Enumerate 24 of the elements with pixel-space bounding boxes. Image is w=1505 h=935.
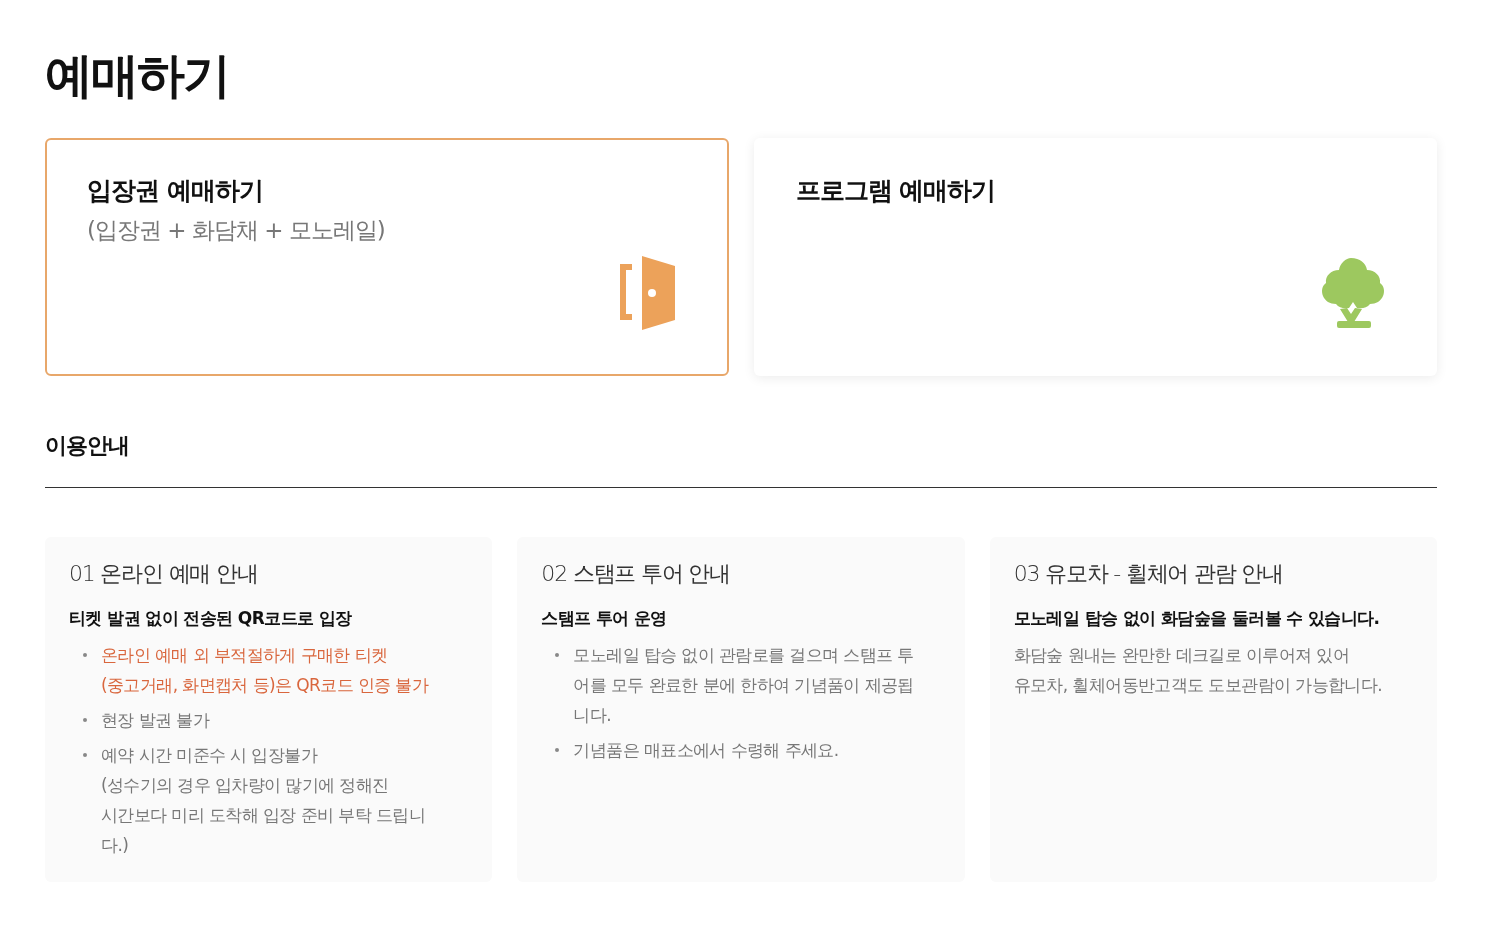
section-title: 이용안내 — [45, 432, 130, 460]
bullet-text: 온라인 예매 외 부적절하게 구매한 티켓 (중고거래, 화면캡처 등)은 QR코드 인증 불가 — [101, 644, 429, 697]
bullet-dot — [83, 718, 87, 722]
card-title: 입장권 예매하기 — [87, 175, 264, 207]
card-subheading: 모노레일 탑승 없이 화담숲을 둘러볼 수 있습니다. — [1013, 607, 1381, 630]
card-subtitle: (입장권 + 화담채 + 모노레일) — [87, 216, 386, 245]
bullet-text: 기념품은 매표소에서 수령해 주세요. — [573, 739, 839, 762]
card-heading: 03 유모차 - 휠체어 관람 안내 — [1013, 560, 1284, 588]
bullet-dot — [83, 653, 87, 657]
card-subheading: 티켓 발권 없이 전송된 QR코드로 입장 — [69, 607, 353, 630]
booking-card[interactable]: 입장권 예매하기 (입장권 + 화담채 + 모노레일) — [45, 138, 729, 376]
bullet-text: 모노레일 탑승 없이 관람로를 걸으며 스탬프 투 어를 모두 완료한 분에 한하여 기념품이 제공됩 니다. — [573, 644, 914, 727]
bullet-dot — [555, 748, 560, 752]
bullet-dot — [83, 753, 87, 757]
bullet-dot — [555, 653, 560, 657]
bullet-text: 현장 발권 불가 — [101, 709, 209, 732]
card-subheading: 스탬프 투어 운영 — [541, 607, 668, 630]
card-heading: 02 스탬프 투어 안내 — [541, 560, 731, 588]
booking-card[interactable]: 프로그램 예매하기 — [753, 138, 1437, 376]
page-title: 예매하기 — [45, 46, 230, 105]
bullet-text: 예약 시간 미준수 시 입장불가 (성수기의 경우 입차량이 많기에 정해진 시간보다 미리 도착해 입장 준비 부탁 드립니 다.) — [101, 744, 426, 857]
card-title: 프로그램 예매하기 — [795, 175, 997, 207]
card-text: 화담숲 원내는 완만한 데크길로 이루어져 있어 유모차, 휠체어동반고객도 도보관람이 가능합니다. — [1013, 644, 1384, 697]
card-heading: 01 온라인 예매 안내 — [69, 560, 259, 588]
